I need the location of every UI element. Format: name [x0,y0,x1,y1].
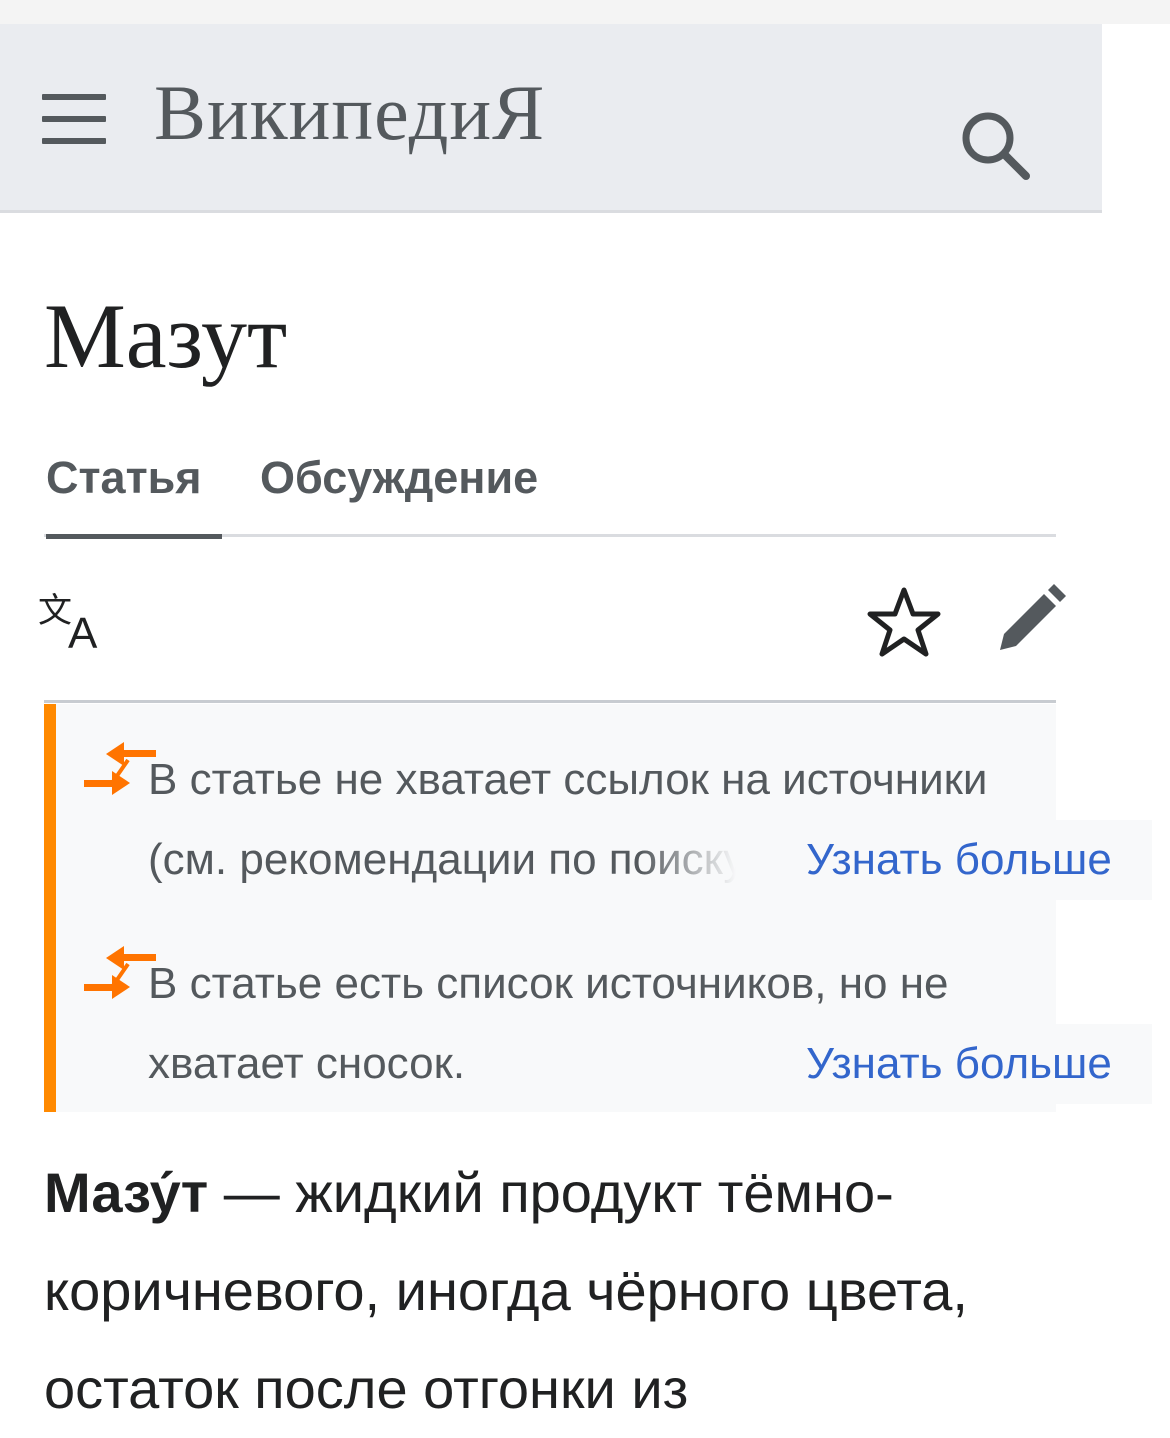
star-icon[interactable] [864,584,944,660]
tab-article[interactable]: Статья [46,452,222,539]
toolbar-divider [44,700,1056,703]
site-header: ВикипедиЯ [0,24,1102,213]
wikipedia-wordmark[interactable]: ВикипедиЯ [154,74,545,152]
browser-top-strip [0,0,1170,24]
page-title: Мазут [44,285,288,387]
language-icon[interactable]: 文 A [38,588,118,658]
page-tabs: Статья Обсуждение [44,446,1056,539]
tab-talk-label: Обсуждение [260,452,539,503]
notice-line2: хватает сносок. [148,1039,466,1088]
arrows-icon [80,942,156,1010]
active-tab-indicator [46,534,222,539]
notice-missing-footnotes: В статье есть список источников, но не х… [44,908,1152,1112]
svg-text:文: 文 [38,591,72,631]
article-lead-paragraph: Мазу́т — жидкий продукт тёмно-коричневог… [44,1144,1056,1438]
learn-more-link[interactable]: Узнать больше [800,820,1152,900]
notice-line1: В статье есть список источников, но не [148,959,949,1008]
learn-more-link[interactable]: Узнать больше [800,1024,1152,1104]
search-icon[interactable] [956,106,1034,184]
article-term: Мазу́т [44,1161,209,1224]
svg-text:A: A [68,609,98,652]
tab-talk[interactable]: Обсуждение [260,452,538,504]
pencil-icon[interactable] [994,584,1066,656]
tab-article-label: Статья [46,452,202,503]
notice-line2: (см. рекомендации по поиску). [148,835,748,884]
notice-missing-references: В статье не хватает ссылок на источники … [44,704,1152,908]
arrows-icon [80,738,156,806]
notice-line1: В статье не хватает ссылок на источники [148,755,988,804]
hamburger-menu-icon[interactable] [42,94,106,146]
